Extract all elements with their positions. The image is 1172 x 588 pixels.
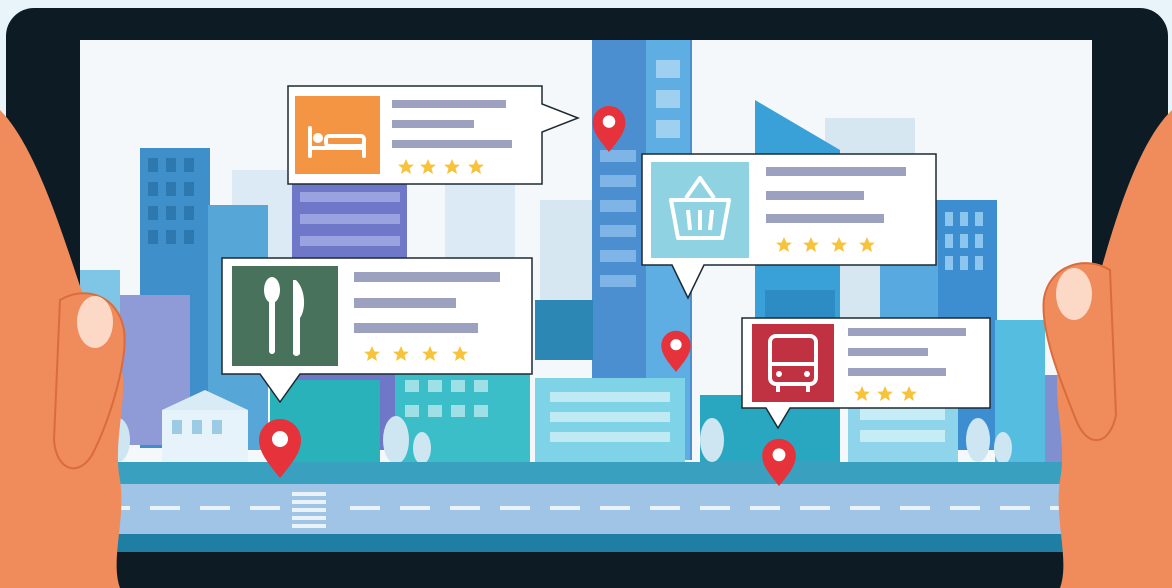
transit-text-line	[848, 368, 946, 376]
ar-city-illustration	[0, 0, 1172, 588]
hotel-text-line	[392, 120, 474, 128]
shopping-text-line	[766, 214, 884, 223]
shopping-text-line	[766, 167, 906, 176]
road	[80, 462, 1092, 552]
restaurant-icon-tile	[232, 266, 338, 366]
tablet-screen	[80, 40, 1092, 552]
transit-text-line	[848, 328, 966, 336]
restaurant-text-line	[354, 272, 500, 282]
hotel-text-line	[392, 140, 512, 148]
transit-text-line	[848, 348, 928, 356]
restaurant-text-line	[354, 323, 478, 333]
shopping-text-line	[766, 191, 864, 200]
hotel-info-card[interactable]	[287, 85, 581, 185]
restaurant-text-line	[354, 298, 456, 308]
hotel-text-line	[392, 100, 506, 108]
